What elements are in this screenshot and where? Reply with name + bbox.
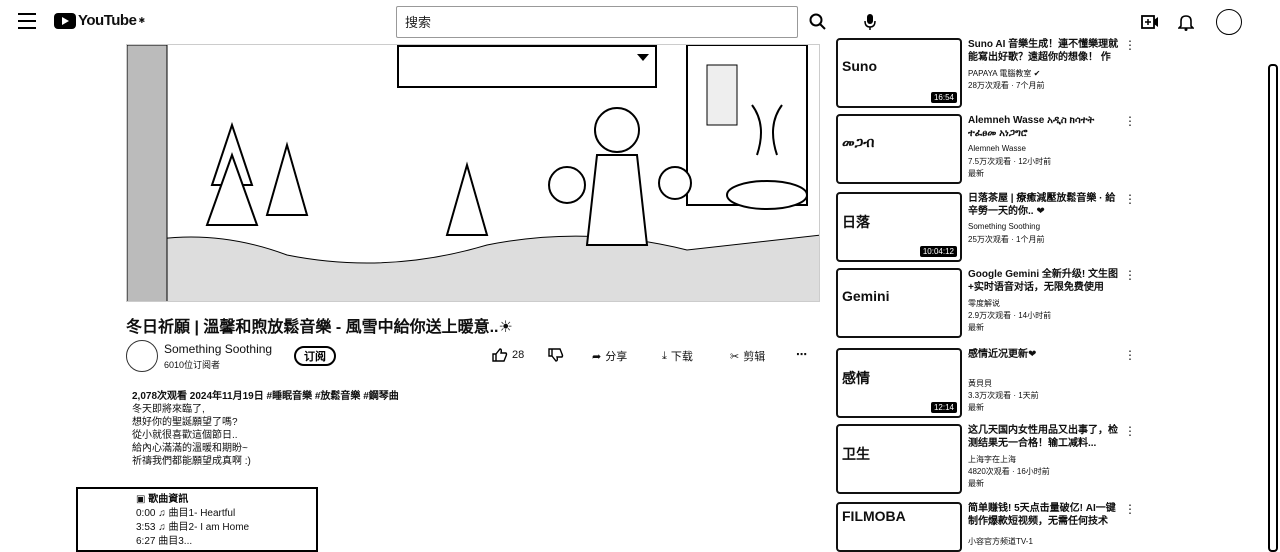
duration-badge: 12:14 [930, 402, 957, 413]
channel-name[interactable]: Something Soothing [164, 342, 272, 356]
clip-label: 剪辑 [743, 351, 766, 363]
thumbs-up-icon [492, 348, 508, 362]
share-icon: ➦ [592, 350, 602, 363]
recommended-title[interactable]: 日落茶屋 | 療癒減壓放鬆音樂 · 給辛勞一天的你.. ❤ [968, 192, 1120, 218]
video-title: 冬日祈願 | 溫馨和煦放鬆音樂 - 風雪中給你送上暖意..☀ [126, 319, 513, 336]
song-info-overlay[interactable] [397, 45, 657, 88]
menu-icon[interactable] [18, 13, 36, 29]
dislike-button[interactable] [548, 348, 564, 362]
new-badge: 最新 [968, 169, 984, 178]
create-video-icon[interactable] [1138, 10, 1162, 34]
recommended-title[interactable]: 这几天国内女性用品又出事了，检测结果无一合格！输工减料... [968, 424, 1120, 450]
description-line: 從小就很喜歡這個節日.. [132, 430, 238, 441]
video-thumbnail[interactable]: Gemini [836, 268, 962, 338]
more-options-icon[interactable]: ⋮ [1124, 38, 1136, 52]
recommended-channel[interactable]: Alemneh Wasse [968, 144, 1026, 153]
play-logo-icon [54, 12, 76, 29]
logo-text: YouTube [78, 12, 137, 29]
recommended-views: 3.3万次观看 · 1天前 [968, 391, 1039, 400]
recommended-views: 25万次观看 · 1个月前 [968, 235, 1045, 244]
video-thumbnail[interactable]: 卫生 [836, 424, 962, 494]
more-actions-icon[interactable]: ⋯ [796, 348, 807, 361]
description-line: 冬天即將來臨了, [132, 404, 205, 415]
song-item[interactable]: 0:00 ♫ 曲目1- Heartful [136, 507, 316, 521]
recommended-video[interactable]: Suno 16:54 Suno AI 音樂生成！連不懂樂理就能寫出好歌？遠超你的想… [836, 38, 1136, 114]
page-scrollbar[interactable] [1268, 64, 1278, 552]
new-badge: 最新 [968, 403, 984, 412]
clip-button[interactable]: ✂ 剪辑 [730, 348, 765, 364]
duration-badge: 16:54 [930, 92, 957, 103]
song-item[interactable]: 6:27 曲目3... [136, 535, 316, 549]
recommended-views: 4820次观看 · 16小时前 [968, 467, 1050, 476]
recommended-channel[interactable]: 小容官方频道TV-1 [968, 536, 1033, 547]
scissors-icon: ✂ [730, 350, 740, 363]
new-badge: 最新 [968, 479, 984, 488]
search-input[interactable] [397, 7, 797, 37]
new-badge: 最新 [968, 323, 984, 332]
recommended-views: 28万次观看 · 7个月前 [968, 81, 1045, 90]
recommended-views: 7.5万次观看 · 12小时前 [968, 157, 1052, 166]
recommended-title[interactable]: 感情近况更新❤ [968, 348, 1120, 361]
download-button[interactable]: ⤓ 下载 [662, 348, 693, 364]
video-description[interactable]: 2,078次观看 2024年11月19日 #睡眠音樂 #放鬆音樂 #鋼琴曲 冬天… [132, 390, 652, 468]
recommended-title[interactable]: Google Gemini 全新升级! 文生图+实时语音对话，无限免费使用 [968, 268, 1120, 294]
video-thumbnail[interactable]: Suno 16:54 [836, 38, 962, 108]
chevron-down-icon[interactable] [637, 54, 649, 61]
more-options-icon[interactable]: ⋮ [1124, 114, 1136, 128]
subscribe-button[interactable]: 订阅 [294, 346, 336, 366]
channel-avatar[interactable] [126, 340, 158, 372]
logo-sup: ✱ [138, 16, 146, 25]
recommended-title[interactable]: Alemneh Wasse አዲስ ክሳተት ተፈፀመ አነጋግሮ [968, 114, 1120, 140]
recommended-channel[interactable]: Something Soothing [968, 222, 1040, 231]
search-box[interactable] [396, 6, 798, 38]
song-info-box: ▣ 歌曲資訊 0:00 ♫ 曲目1- Heartful 3:53 ♫ 曲目2- … [76, 487, 318, 552]
song-item[interactable]: 3:53 ♫ 曲目2- I am Home [136, 521, 316, 535]
recommended-channel[interactable]: 黃貝貝 [968, 378, 992, 389]
recommended-video[interactable]: መጋብ Alemneh Wasse አዲስ ክሳተት ተፈፀመ አነጋግሮ Al… [836, 114, 1136, 190]
more-options-icon[interactable]: ⋮ [1124, 348, 1136, 362]
more-options-icon[interactable]: ⋮ [1124, 502, 1136, 516]
microphone-icon[interactable] [858, 10, 882, 34]
subscriber-count: 6010位订阅者 [164, 360, 221, 370]
youtube-logo[interactable]: YouTube ✱ [54, 12, 145, 29]
duration-badge: 10:04:12 [919, 246, 957, 257]
thumbs-down-icon [548, 348, 564, 362]
download-icon: ⤓ [662, 349, 667, 362]
account-avatar[interactable] [1216, 9, 1242, 35]
recommended-video[interactable]: FILMOBA 简单赚钱! 5天点击量破亿! AI一键制作爆款短视频，无需任何技… [836, 502, 1136, 552]
recommended-channel[interactable]: 零度解说 [968, 298, 1000, 309]
more-options-icon[interactable]: ⋮ [1124, 268, 1136, 282]
recommended-title[interactable]: 简单赚钱! 5天点击量破亿! AI一键制作爆款短视频，无需任何技术 [968, 502, 1120, 528]
description-line: 祈禱我們都能願望成真啊 :) [132, 456, 251, 467]
like-button[interactable]: 28 [492, 348, 524, 362]
song-info-heading: ▣ 歌曲資訊 [136, 494, 189, 505]
channel-row: Something Soothing 6010位订阅者 订阅 28 ➦ 分享 ⤓… [126, 340, 820, 374]
recommended-channel[interactable]: 上海字在上海 [968, 454, 1016, 465]
share-label: 分享 [605, 351, 628, 363]
download-label: 下载 [670, 351, 693, 363]
video-player[interactable] [126, 44, 820, 302]
search-icon[interactable] [806, 10, 830, 34]
description-meta: 2,078次观看 2024年11月19日 #睡眠音樂 #放鬆音樂 #鋼琴曲 [132, 391, 399, 402]
recommended-video[interactable]: 日落 10:04:12 日落茶屋 | 療癒減壓放鬆音樂 · 給辛勞一天的你.. ❤… [836, 192, 1136, 268]
description-line: 想好你的聖誕願望了嗎? [132, 417, 238, 428]
recommended-channel[interactable]: PAPAYA 電腦教室 ✔ [968, 68, 1040, 79]
video-thumbnail[interactable]: 感情 12:14 [836, 348, 962, 418]
more-options-icon[interactable]: ⋮ [1124, 192, 1136, 206]
recommended-video[interactable]: 感情 12:14 感情近况更新❤ 黃貝貝 3.3万次观看 · 1天前 最新 ⋮ [836, 348, 1136, 424]
video-thumbnail[interactable]: መጋብ [836, 114, 962, 184]
like-count: 28 [512, 349, 525, 361]
recommended-title[interactable]: Suno AI 音樂生成！連不懂樂理就能寫出好歌？遠超你的想像！ 作曲全自動化 [968, 38, 1120, 64]
notifications-bell-icon[interactable] [1174, 10, 1198, 34]
description-line: 給內心滿滿的溫暖和期盼~ [132, 443, 248, 454]
recommended-views: 2.9万次观看 · 14小时前 [968, 311, 1052, 320]
more-options-icon[interactable]: ⋮ [1124, 424, 1136, 438]
video-thumbnail[interactable]: FILMOBA [836, 502, 962, 552]
recommended-video[interactable]: Gemini Google Gemini 全新升级! 文生图+实时语音对话，无限… [836, 268, 1136, 344]
share-button[interactable]: ➦ 分享 [592, 348, 627, 364]
video-thumbnail[interactable]: 日落 10:04:12 [836, 192, 962, 262]
recommended-video[interactable]: 卫生 这几天国内女性用品又出事了，检测结果无一合格！输工减料... 上海字在上海… [836, 424, 1136, 500]
